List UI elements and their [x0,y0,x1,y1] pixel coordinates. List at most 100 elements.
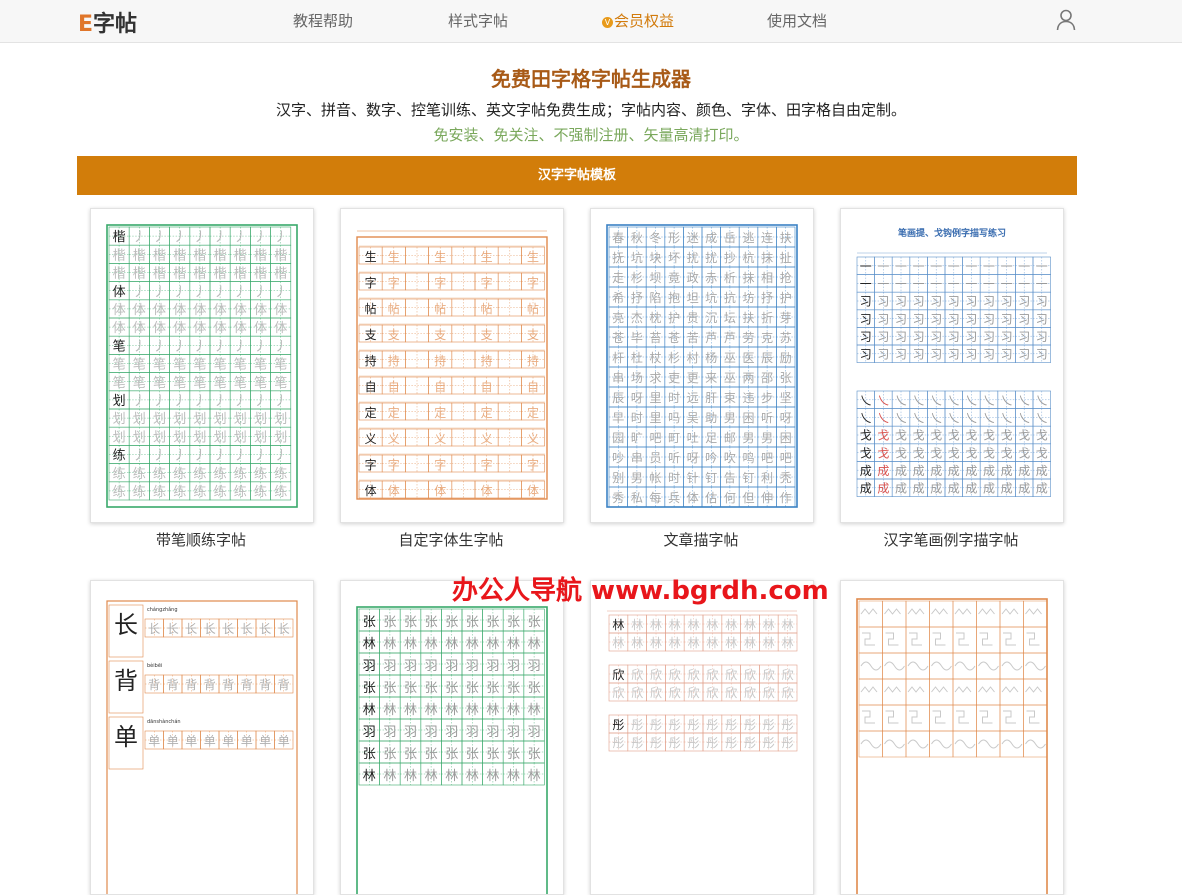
svg-text:戈: 戈 [860,446,872,460]
svg-text:笔: 笔 [214,357,227,373]
svg-text:欣: 欣 [612,668,624,682]
svg-text:练: 练 [193,485,206,500]
svg-text:楷: 楷 [133,248,146,263]
svg-text:划: 划 [254,430,267,445]
svg-text:体: 体 [133,303,146,318]
svg-text:习: 习 [948,330,960,344]
svg-text:丿: 丿 [173,230,186,245]
nav-item-vip[interactable]: V 会员权益 [602,10,674,31]
svg-text:定: 定 [527,405,539,420]
svg-text:吧: 吧 [649,431,661,445]
template-card-strokes[interactable]: 林林林林林林林林林林林林林林林林林林林林欣欣欣欣欣欣欣欣欣欣欣欣欣欣欣欣欣欣欣欣… [590,580,814,895]
svg-text:一: 一 [1036,260,1048,274]
svg-text:巫: 巫 [724,371,736,385]
svg-text:习: 习 [877,348,889,362]
svg-text:练: 练 [133,485,146,500]
svg-text:走: 走 [612,271,624,285]
svg-text:划: 划 [173,430,186,445]
site-logo[interactable]: E字帖 [78,6,137,38]
svg-text:楷: 楷 [214,267,227,282]
svg-text:吧: 吧 [780,451,792,465]
svg-text:单: 单 [148,734,160,748]
svg-text:劳: 劳 [742,331,754,345]
svg-text:支: 支 [527,328,539,342]
svg-text:戈: 戈 [948,429,960,443]
template-caption[interactable]: 文章描字帖 [576,529,826,550]
svg-text:成: 成 [948,464,960,478]
svg-text:张: 张 [507,615,520,630]
svg-text:听: 听 [668,451,680,465]
svg-text:欣: 欣 [725,668,737,682]
svg-text:羽: 羽 [404,659,417,674]
svg-text:楷: 楷 [234,267,247,282]
svg-text:笔: 笔 [254,357,267,373]
svg-text:习: 习 [1018,348,1030,362]
svg-text:定: 定 [365,405,377,420]
template-card-pinyin[interactable]: chángzhǎng 长长长长长长长长长 bèibēi 背背背背背背背背背 dānshà… [90,580,314,895]
template-caption[interactable]: 汉字笔画例字描字帖 [826,529,1076,550]
svg-text:吵: 吵 [612,451,624,465]
svg-text:钉: 钉 [742,471,754,485]
svg-text:生: 生 [434,250,446,264]
svg-text:羽: 羽 [383,725,396,740]
svg-text:支: 支 [481,328,493,342]
template-card-stroke-order[interactable]: 楷丿丿丿丿丿丿丿丿楷楷楷楷楷楷楷楷楷楷楷楷楷楷楷楷楷楷体丿丿丿丿丿丿丿丿体体体体… [90,208,314,523]
template-caption[interactable]: 带笔顺练字帖 [76,529,326,550]
svg-text:乀: 乀 [930,411,942,425]
svg-text:背: 背 [114,667,138,695]
nav-item-tutorial[interactable]: 教程帮助 [293,10,353,31]
template-card-stroke-example[interactable]: 笔画提、戈钩例字描写练习一一一一一一一一一一一一一一一一一一一一一一习习习习习习… [840,208,1064,523]
svg-text:张: 张 [445,681,458,696]
svg-text:练: 练 [234,485,247,500]
svg-text:字: 字 [527,275,539,290]
svg-text:杨: 杨 [705,350,717,365]
svg-text:练: 练 [153,485,166,500]
svg-text:辰: 辰 [612,391,624,405]
svg-text:习: 习 [860,295,872,309]
svg-text:练: 练 [214,485,227,500]
svg-text:成: 成 [1001,482,1013,496]
svg-text:抢: 抢 [780,270,792,285]
svg-text:支: 支 [388,328,400,342]
svg-text:习: 习 [913,312,925,326]
svg-text:枕: 枕 [649,310,661,325]
svg-text:利: 利 [761,471,773,485]
template-card-control-pen[interactable] [840,580,1064,895]
svg-text:丿: 丿 [173,449,186,464]
svg-text:张: 张 [466,615,479,630]
template-card-custom-font[interactable]: 生生生生生字字字字字帖帖帖帖帖支支支支支持持持持持自自自自自定定定定定义义义义义… [340,208,564,523]
template-card-name[interactable]: 张张张张张张张张张林林林林林林林林林羽羽羽羽羽羽羽羽羽张张张张张张张张张林林林林… [340,580,564,895]
svg-text:丿: 丿 [153,230,166,245]
svg-text:chángzhǎng: chángzhǎng [147,606,178,613]
nav-item-docs[interactable]: 使用文档 [767,10,827,31]
svg-text:羽: 羽 [404,725,417,740]
svg-text:一: 一 [965,277,977,291]
template-caption[interactable]: 自定字体生字帖 [326,529,576,550]
svg-text:生: 生 [481,250,493,264]
svg-text:楷: 楷 [274,267,287,282]
svg-text:形: 形 [668,231,680,245]
user-icon[interactable] [1056,9,1076,31]
svg-text:划: 划 [254,412,267,427]
svg-text:张: 张 [507,681,520,696]
svg-text:帖: 帖 [481,301,493,316]
svg-text:林: 林 [507,703,520,718]
svg-text:两: 两 [742,371,754,385]
svg-text:单: 单 [167,734,179,748]
svg-text:楷: 楷 [173,267,186,282]
svg-text:字: 字 [365,457,377,472]
template-card-article[interactable]: 春秋冬形迷成岳逃连扶抚坑块坏扰扰抄杭抹扯走杉坝竟政赤析抹相抢希抒陷抱坦坑抗坊抒护… [590,208,814,523]
svg-text:持: 持 [527,353,539,368]
svg-text:戈: 戈 [965,429,977,443]
svg-text:练: 练 [274,485,287,500]
nav-item-styles[interactable]: 样式字帖 [448,10,508,31]
svg-text:吏: 吏 [668,370,680,385]
svg-text:羽: 羽 [528,659,541,674]
svg-text:医: 医 [742,351,754,365]
svg-text:戈: 戈 [965,446,977,460]
svg-text:林: 林 [650,636,662,650]
svg-text:林: 林 [466,637,479,652]
svg-text:巫: 巫 [724,351,736,365]
svg-text:楷: 楷 [193,267,206,282]
svg-text:习: 习 [895,348,907,362]
